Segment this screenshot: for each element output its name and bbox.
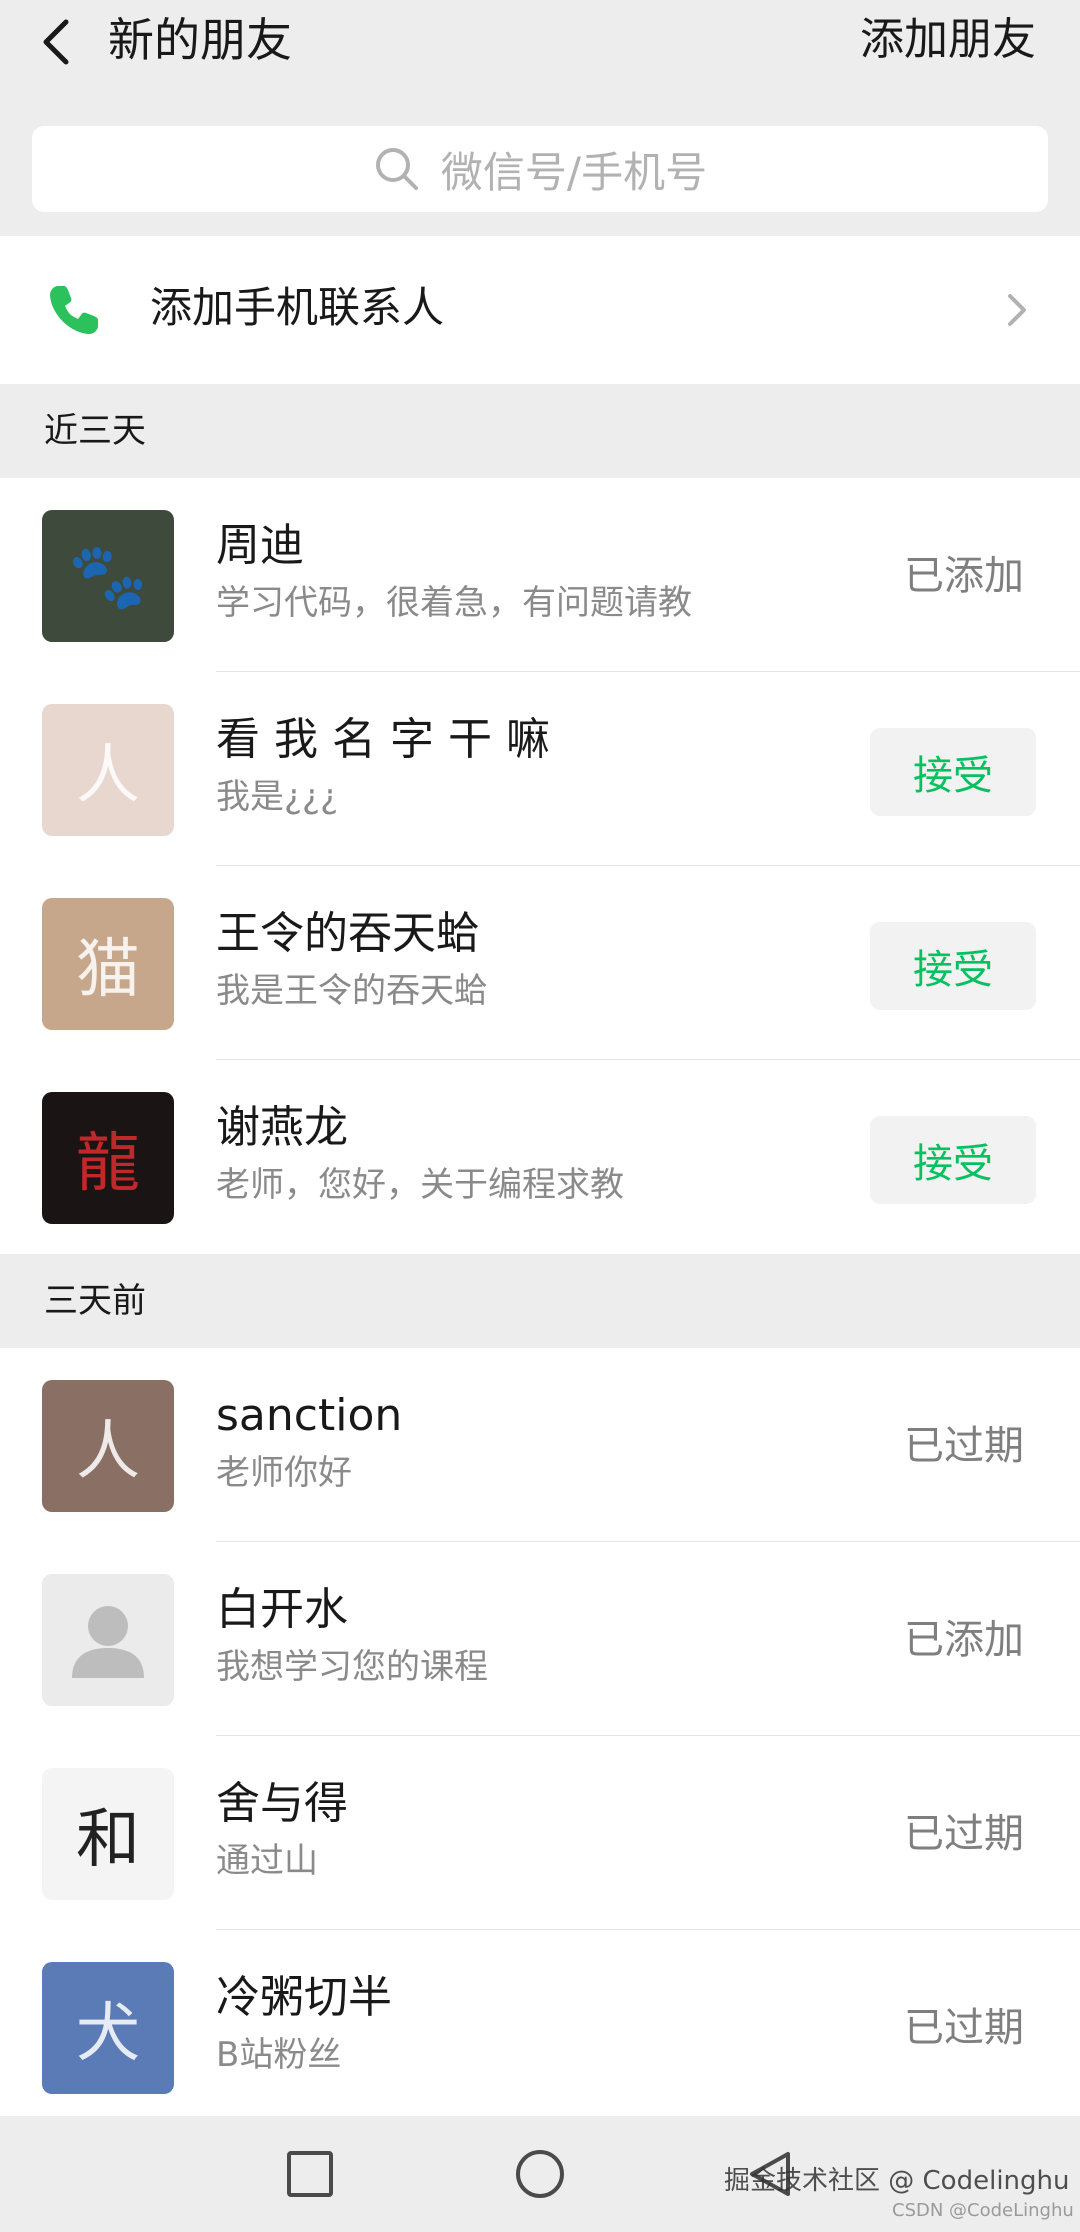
avatar[interactable]: 🐾 — [42, 510, 174, 642]
home-button[interactable] — [510, 2144, 570, 2204]
friend-request-row[interactable]: 猫 王令的吞天蛤我是王令的吞天蛤 接受 — [0, 866, 1080, 1060]
friend-name: 冷粥切半 — [216, 1972, 392, 2023]
friend-message: 老师你好 — [216, 1453, 352, 1493]
search-icon — [375, 148, 418, 190]
avatar-image-icon: 人 — [76, 1415, 140, 1489]
friend-name: 看 我 名 字 干 嘛 — [216, 714, 550, 765]
request-status: 已添加 — [904, 553, 1024, 599]
add-phone-contacts-label: 添加手机联系人 — [150, 283, 445, 332]
friend-message: B站粉丝 — [216, 2035, 342, 2075]
watermark-juejin: 掘金技术社区 @ Codelinghu — [724, 2166, 1070, 2196]
avatar-image-icon: 和 — [76, 1803, 140, 1877]
watermark-csdn: CSDN @CodeLinghu — [892, 2200, 1074, 2221]
avatar[interactable]: 人 — [42, 1380, 174, 1512]
friend-message: 通过山 — [216, 1841, 318, 1881]
top-bar: 新的朋友 添加朋友 — [0, 0, 1080, 88]
add-friend-button[interactable]: 添加朋友 — [860, 10, 1036, 70]
friend-request-row[interactable]: 人 sanction 老师你好 已过期 — [0, 1348, 1080, 1542]
accept-button[interactable]: 接受 — [870, 922, 1036, 1010]
friend-message: 我想学习您的课程 — [216, 1647, 488, 1687]
friend-name: 白开水 — [216, 1584, 348, 1635]
page-title: 新的朋友 — [108, 13, 292, 67]
friend-name: 周迪 — [216, 520, 304, 571]
search-input[interactable]: 微信号/手机号 — [32, 126, 1048, 212]
friend-request-row[interactable]: 人 看 我 名 字 干 嘛我是¿¿¿ 接受 — [0, 672, 1080, 866]
avatar[interactable]: 猫 — [42, 898, 174, 1030]
avatar-image-icon: 🐾 — [68, 539, 148, 614]
square-icon — [287, 2151, 333, 2197]
friend-request-row[interactable]: 龍 谢燕龙老师，您好，关于编程求教 接受 — [0, 1060, 1080, 1254]
friend-name: sanction — [216, 1390, 403, 1441]
recent-apps-button[interactable] — [280, 2144, 340, 2204]
friend-message: 我是¿¿¿ — [216, 777, 339, 817]
section-header: 近三天 — [0, 384, 1080, 478]
friend-request-row[interactable]: 犬 冷粥切半 B站粉丝 已过期 — [0, 1930, 1080, 2124]
friend-name: 舍与得 — [216, 1778, 348, 1829]
new-friends-page: 新的朋友 添加朋友 微信号/手机号 添加手机联系人 近三天 🐾 周迪学习代码，很着急… — [0, 0, 1080, 2232]
avatar[interactable]: 和 — [42, 1768, 174, 1900]
avatar[interactable]: 人 — [42, 704, 174, 836]
friend-name: 王令的吞天蛤 — [216, 908, 480, 959]
phone-icon — [50, 286, 98, 334]
friend-message: 老师，您好，关于编程求教 — [216, 1165, 624, 1205]
friend-request-row[interactable]: 白开水我想学习您的课程 已添加 — [0, 1542, 1080, 1736]
request-status: 已过期 — [904, 2005, 1024, 2051]
default-avatar-icon — [72, 1606, 144, 1678]
avatar-image-icon: 犬 — [76, 1997, 140, 2071]
back-button[interactable] — [30, 4, 90, 76]
avatar[interactable]: 龍 — [42, 1092, 174, 1224]
avatar[interactable]: 犬 — [42, 1962, 174, 2094]
avatar[interactable] — [42, 1574, 174, 1706]
avatar-image-icon: 龍 — [76, 1127, 140, 1201]
request-status: 已过期 — [904, 1423, 1024, 1469]
friend-request-list: 近三天 🐾 周迪 学习代码，很着急，有问题请教 已添加人看 我 名 字 干 嘛我是¿¿¿… — [0, 384, 1080, 2124]
accept-button[interactable]: 接受 — [870, 1116, 1036, 1204]
search-placeholder: 微信号/手机号 — [440, 147, 708, 197]
friend-message: 我是王令的吞天蛤 — [216, 971, 488, 1011]
friend-request-row[interactable]: 和 舍与得通过山 已过期 — [0, 1736, 1080, 1930]
add-phone-contacts-row[interactable]: 添加手机联系人 — [0, 236, 1080, 384]
accept-button[interactable]: 接受 — [870, 728, 1036, 816]
circle-icon — [516, 2150, 564, 2198]
friend-name: 谢燕龙 — [216, 1102, 348, 1153]
section-header: 三天前 — [0, 1254, 1080, 1348]
request-status: 已添加 — [904, 1617, 1024, 1663]
back-arrow-icon — [43, 19, 69, 65]
avatar-image-icon: 人 — [76, 739, 140, 813]
friend-request-row[interactable]: 🐾 周迪学习代码，很着急，有问题请教 已添加 — [0, 478, 1080, 672]
friend-message: 学习代码，很着急，有问题请教 — [216, 583, 692, 623]
chevron-right-icon — [1008, 294, 1026, 326]
avatar-image-icon: 猫 — [76, 933, 140, 1007]
request-status: 已过期 — [904, 1811, 1024, 1857]
